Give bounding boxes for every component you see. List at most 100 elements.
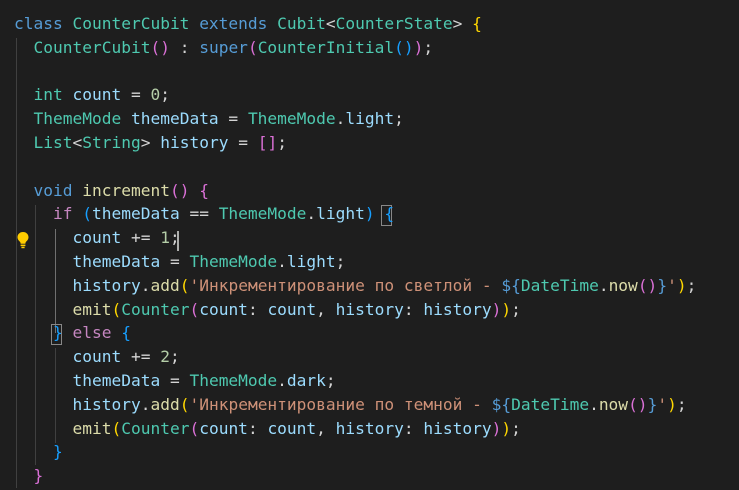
code-line[interactable]: emit(Counter(count: count, history: hist… (14, 417, 739, 441)
code-token: { (199, 180, 209, 200)
code-token: CounterCubit (33, 37, 151, 57)
code-token: count (199, 299, 248, 319)
code-token: ' (667, 275, 677, 295)
code-token: } (647, 394, 658, 414)
code-line[interactable]: ThemeMode themeData = ThemeMode.light; (14, 107, 739, 131)
code-token: emit (72, 418, 112, 438)
code-token: 1 (160, 228, 170, 248)
code-token: ) (491, 299, 502, 319)
code-line[interactable]: class CounterCubit extends Cubit<Counter… (14, 12, 739, 36)
code-token: 'Инкрементирование по светлой - (189, 275, 502, 295)
code-token: count (72, 228, 122, 248)
code-line[interactable]: int count = 0; (14, 83, 739, 107)
code-token: ) (667, 394, 677, 414)
code-line[interactable]: } (14, 440, 739, 464)
code-line[interactable]: } else { (14, 321, 739, 345)
code-line[interactable]: history.add('Инкрементирование по темной… (14, 393, 739, 417)
code-token: > (140, 132, 161, 152)
code-token: ${ (501, 275, 521, 295)
code-token: } (33, 466, 44, 486)
code-token: () (394, 37, 414, 57)
code-token: { (384, 204, 395, 224)
code-token: add (150, 394, 180, 414)
code-lines: class CounterCubit extends Cubit<Counter… (14, 12, 739, 488)
code-line[interactable]: void increment() { (14, 179, 739, 203)
code-token: . (589, 394, 599, 414)
code-line[interactable]: themeData = ThemeMode.dark; (14, 369, 739, 393)
code-token: light (345, 109, 395, 129)
code-editor[interactable]: class CounterCubit extends Cubit<Counter… (0, 0, 739, 490)
code-token: > (452, 14, 473, 33)
code-line[interactable] (14, 155, 739, 179)
code-token: = (160, 370, 190, 390)
code-token: ; (169, 347, 180, 367)
code-token: light (316, 204, 365, 224)
code-token: () (628, 394, 648, 414)
code-line[interactable]: if (themeData == ThemeMode.light) { (14, 202, 739, 226)
code-token: ( (111, 299, 122, 319)
code-line[interactable]: count += 1; (14, 226, 739, 250)
code-token: Counter (121, 418, 190, 438)
code-token: } (657, 275, 668, 295)
code-token: } (52, 323, 63, 343)
code-token: [] (257, 132, 278, 152)
code-token: ThemeMode (218, 204, 307, 224)
code-line[interactable]: List<String> history = []; (14, 131, 739, 155)
code-line[interactable]: themeData = ThemeMode.light; (14, 250, 739, 274)
code-token: . (598, 275, 609, 295)
code-token: ( (179, 394, 190, 414)
code-token: ) (364, 204, 375, 224)
code-token: DateTime (511, 394, 590, 414)
code-line[interactable]: count += 2; (14, 345, 739, 369)
code-token: String (82, 132, 141, 152)
code-token: history (72, 275, 141, 295)
code-token: ' (657, 394, 668, 414)
code-token: ; (394, 109, 404, 129)
code-token: < (325, 14, 336, 33)
code-token: ; (277, 132, 287, 152)
code-token: += (121, 228, 161, 248)
code-token: : (169, 37, 200, 57)
code-line[interactable] (14, 60, 739, 84)
code-line[interactable]: CounterCubit() : super(CounterInitial())… (14, 36, 739, 60)
code-token: = (228, 132, 258, 152)
code-token: : (403, 299, 424, 319)
code-token: if (52, 204, 73, 224)
code-token: count (267, 418, 317, 438)
code-token: 0 (150, 85, 161, 105)
code-token: ; (325, 370, 336, 390)
code-token: CounterInitial (257, 37, 395, 57)
code-line[interactable]: emit(Counter(count: count, history: hist… (14, 298, 739, 322)
code-token: { (121, 323, 131, 343)
code-token: ) (491, 418, 502, 438)
code-token: == (179, 204, 219, 224)
code-token: ThemeMode (33, 109, 122, 129)
code-token: : (247, 418, 268, 438)
code-token: ( (179, 275, 190, 295)
code-token: = (160, 251, 190, 271)
code-token: count (72, 85, 122, 105)
code-token: ; (511, 299, 521, 319)
code-line[interactable]: } (14, 464, 739, 488)
code-token: . (140, 275, 151, 295)
code-token: history (423, 299, 492, 319)
code-line[interactable]: history.add('Инкрементирование по светло… (14, 274, 739, 298)
code-token: ( (189, 299, 200, 319)
code-token: () (169, 180, 190, 200)
